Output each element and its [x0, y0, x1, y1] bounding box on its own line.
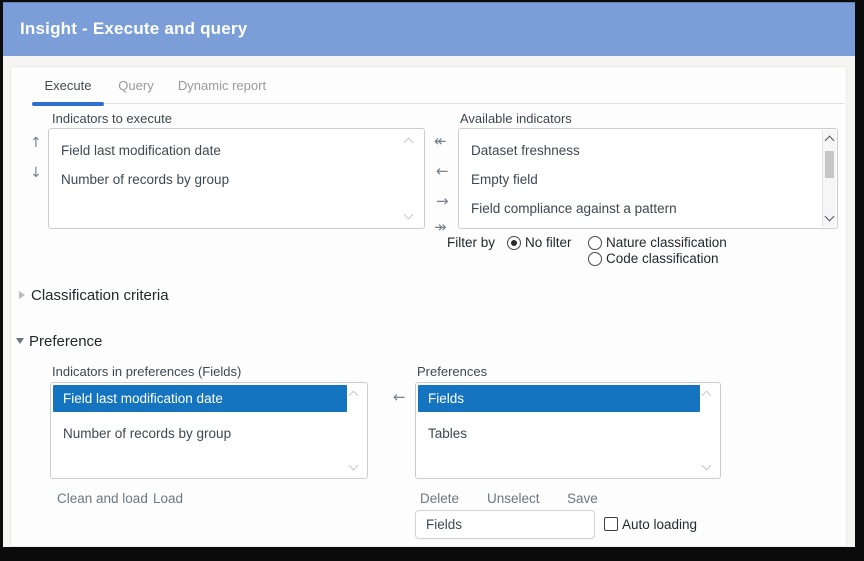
list-item[interactable]: Field last modification date	[49, 136, 424, 165]
list-item[interactable]: Field last modification date	[53, 385, 347, 412]
radio-code-classification-label[interactable]: Code classification	[606, 251, 719, 266]
tab-bar: Execute Query Dynamic report	[35, 78, 845, 104]
tab-query[interactable]: Query	[104, 78, 168, 104]
move-left-icon[interactable]: ←	[436, 164, 449, 179]
available-indicators-label: Available indicators	[460, 111, 572, 126]
move-right-icon[interactable]: →	[436, 194, 449, 209]
scroll-down-icon[interactable]	[825, 212, 835, 222]
unselect-button[interactable]: Unselect	[487, 491, 540, 506]
list-item[interactable]: Field min-max modifications for a period…	[459, 223, 837, 229]
list-item[interactable]: Tables	[416, 419, 720, 448]
list-item[interactable]: Dataset freshness	[459, 136, 837, 165]
preference-name-input[interactable]	[415, 510, 595, 539]
preferences-listbox[interactable]: Fields Tables	[415, 382, 721, 479]
list-item[interactable]: Fields	[418, 385, 700, 412]
tab-dynamic-report[interactable]: Dynamic report	[168, 78, 276, 104]
window-title: Insight - Execute and query	[20, 19, 247, 39]
radio-code-classification[interactable]	[588, 252, 602, 266]
expand-arrow-icon[interactable]	[16, 338, 24, 344]
radio-no-filter[interactable]	[507, 236, 521, 250]
indicators-to-execute-label: Indicators to execute	[52, 111, 172, 126]
collapse-arrow-icon[interactable]	[19, 291, 25, 299]
move-all-right-icon[interactable]: ↠	[434, 220, 447, 235]
indicators-in-preferences-listbox[interactable]: Field last modification date Number of r…	[50, 382, 368, 479]
list-item[interactable]: Number of records by group	[49, 165, 424, 194]
move-all-left-icon[interactable]: ↞	[434, 134, 447, 149]
list-item[interactable]: Empty field	[459, 165, 837, 194]
scroll-down-icon[interactable]	[349, 461, 359, 471]
scrollbar-thumb[interactable]	[825, 151, 834, 178]
section-classification-criteria[interactable]: Classification criteria	[31, 287, 169, 304]
indicators-to-execute-listbox[interactable]: Field last modification date Number of r…	[48, 128, 425, 229]
auto-loading-label[interactable]: Auto loading	[622, 517, 697, 532]
radio-nature-classification-label[interactable]: Nature classification	[606, 235, 727, 250]
scrollbar[interactable]	[822, 130, 836, 227]
filter-by-label: Filter by	[447, 235, 495, 250]
clean-and-load-button[interactable]: Clean and load	[57, 491, 148, 506]
list-item[interactable]: Field compliance against a pattern	[459, 194, 837, 223]
scroll-down-icon[interactable]	[702, 461, 712, 471]
radio-no-filter-label[interactable]: No filter	[525, 235, 572, 250]
scroll-down-icon[interactable]	[404, 210, 414, 220]
load-button[interactable]: Load	[153, 491, 183, 506]
app-window: Insight - Execute and query Execute Quer…	[0, 0, 864, 561]
list-item[interactable]: Number of records by group	[51, 419, 367, 448]
available-indicators-listbox[interactable]: Dataset freshness Empty field Field comp…	[458, 128, 838, 229]
indicators-in-preferences-label: Indicators in preferences (Fields)	[52, 364, 241, 379]
move-up-icon[interactable]: ↑	[30, 136, 42, 150]
radio-nature-classification[interactable]	[588, 236, 602, 250]
auto-loading-checkbox[interactable]	[604, 517, 618, 531]
title-bar: Insight - Execute and query	[3, 2, 855, 56]
save-button[interactable]: Save	[567, 491, 598, 506]
tab-execute[interactable]: Execute	[32, 78, 104, 104]
scroll-up-icon[interactable]	[825, 136, 835, 146]
section-preference[interactable]: Preference	[29, 333, 102, 350]
scroll-up-icon[interactable]	[702, 391, 712, 401]
move-down-icon[interactable]: ↓	[30, 166, 42, 180]
preferences-label: Preferences	[417, 364, 487, 379]
scroll-up-icon[interactable]	[349, 391, 359, 401]
preference-move-left-icon[interactable]: ←	[393, 390, 406, 405]
delete-button[interactable]: Delete	[420, 491, 459, 506]
